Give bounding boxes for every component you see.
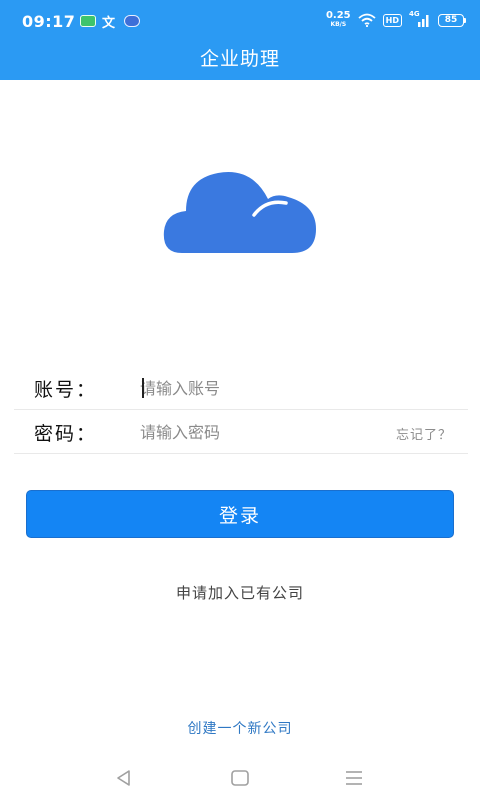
- back-icon[interactable]: [112, 768, 136, 788]
- header: 09:17 文 0.25 KB/S HD 4G 85 企业助理: [0, 0, 480, 80]
- app-root: 09:17 文 0.25 KB/S HD 4G 85 企业助理 账号： 请输入账…: [0, 0, 480, 800]
- battery-icon: 85: [438, 13, 466, 27]
- password-label: 密码：: [34, 423, 98, 445]
- chat-bubble-icon: [124, 15, 140, 27]
- wifi-icon: [358, 13, 376, 27]
- hd-badge: HD: [382, 13, 402, 27]
- signal-icon: 4G: [409, 10, 431, 27]
- account-label: 账号：: [34, 379, 98, 401]
- status-bar: 09:17 文 0.25 KB/S HD 4G 85: [0, 0, 480, 40]
- translate-icon: 文: [102, 16, 116, 31]
- password-input[interactable]: [140, 416, 380, 448]
- status-time: 09:17: [22, 12, 76, 31]
- home-icon[interactable]: [228, 768, 252, 788]
- join-company-link[interactable]: 申请加入已有公司: [0, 582, 480, 603]
- text-caret: [142, 378, 144, 398]
- create-company-link[interactable]: 创建一个新公司: [0, 718, 480, 738]
- network-speed: 0.25 KB/S: [325, 10, 351, 29]
- password-row: 密码： 忘记了？: [14, 410, 468, 454]
- menu-icon[interactable]: [342, 768, 366, 788]
- account-input[interactable]: [140, 372, 380, 404]
- page-title: 企业助理: [199, 48, 280, 70]
- forgot-password-link[interactable]: 忘记了？: [396, 424, 452, 443]
- status-right: 0.25 KB/S HD 4G 85: [326, 10, 466, 30]
- message-app-icon: [80, 15, 96, 27]
- account-row: 账号：: [14, 366, 468, 410]
- login-button[interactable]: 登录: [26, 490, 454, 538]
- navigation-bar: [0, 760, 480, 800]
- cloud-logo-icon: [163, 172, 316, 253]
